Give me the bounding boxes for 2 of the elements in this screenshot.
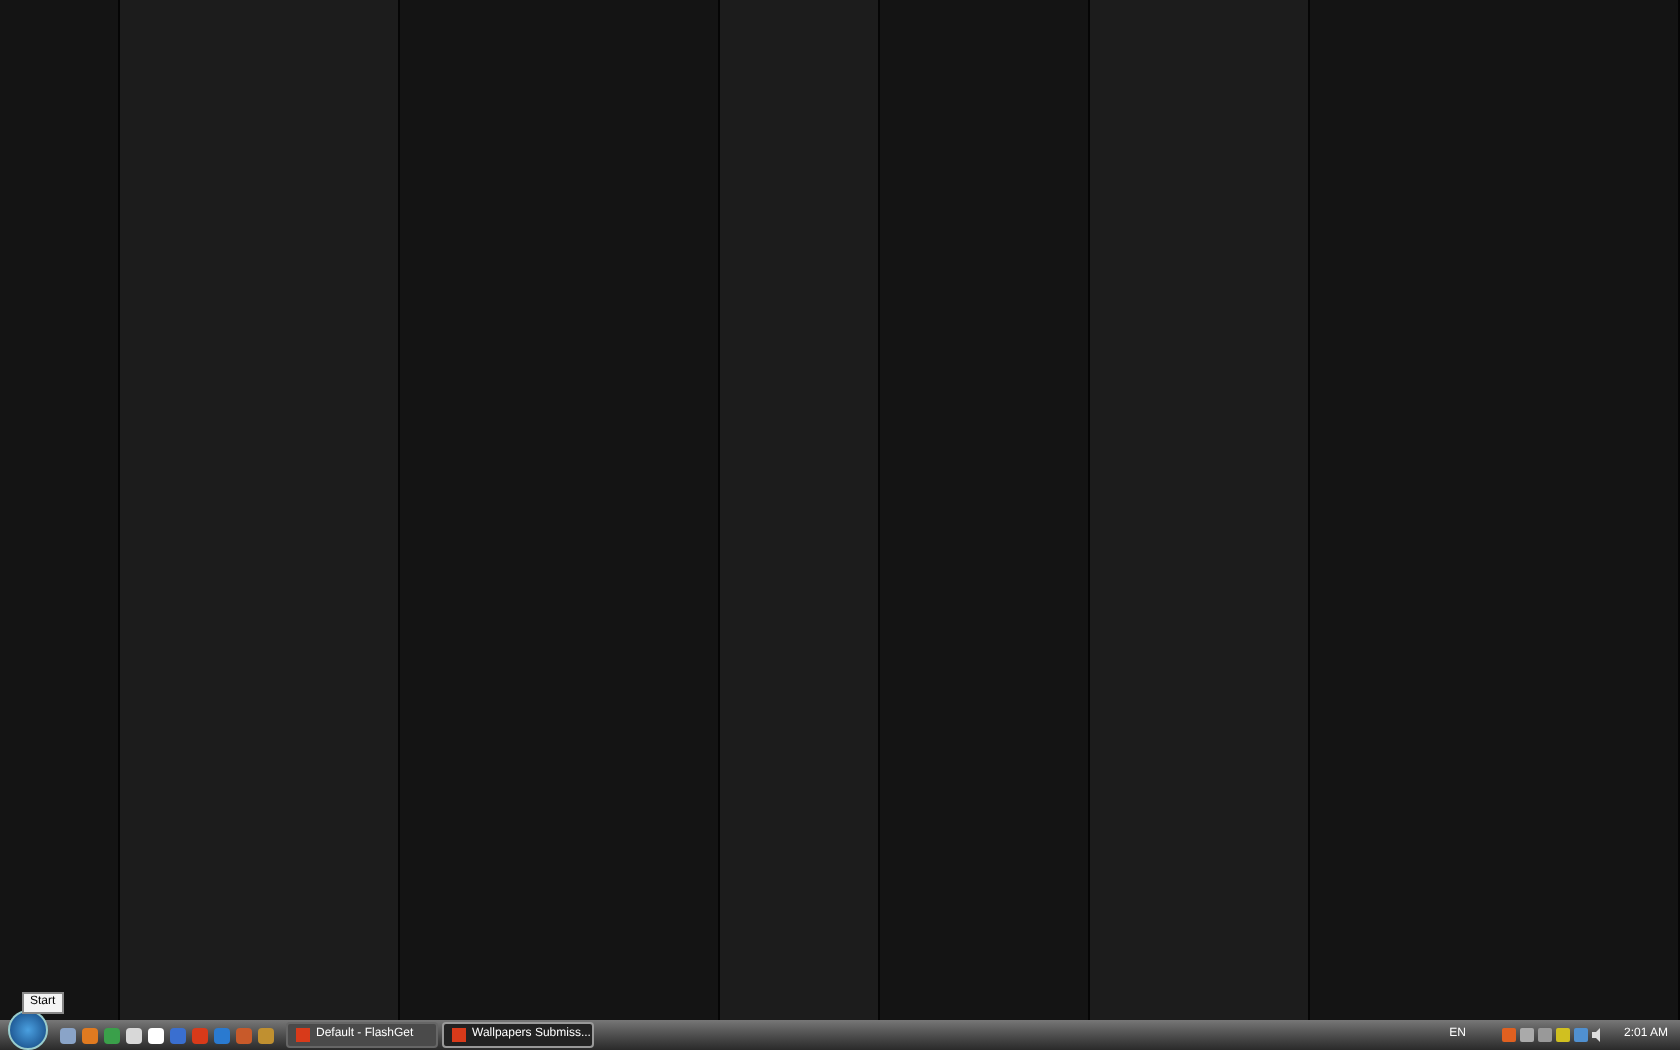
app-icon [452, 1028, 466, 1042]
app-icon [296, 1028, 310, 1042]
